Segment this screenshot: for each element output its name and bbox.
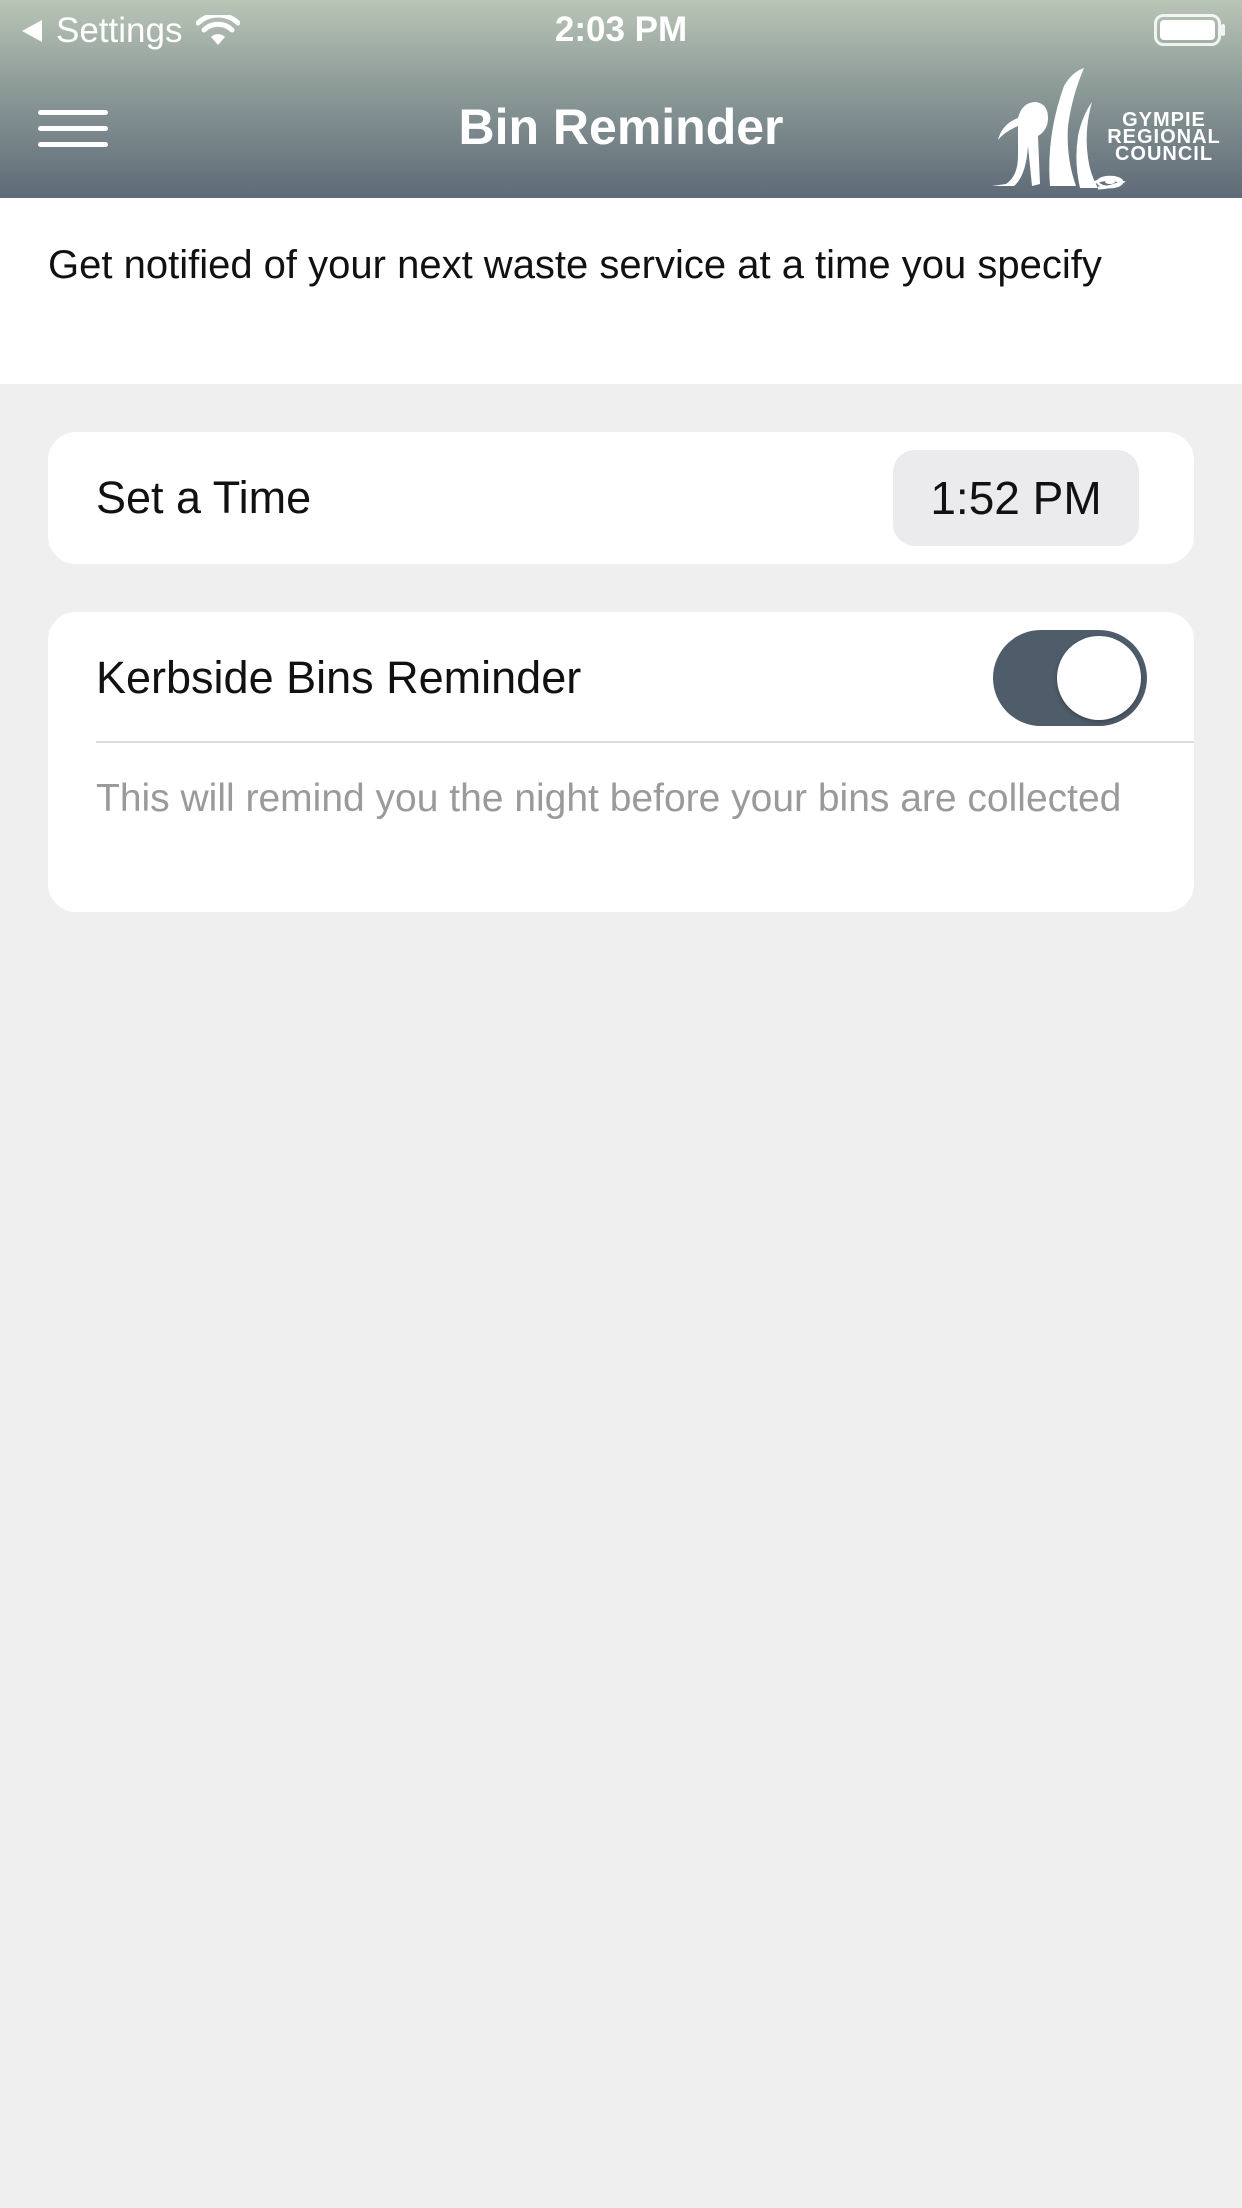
time-picker-button[interactable]: 1:52 PM [893, 450, 1139, 546]
divider [96, 741, 1194, 743]
logo-text: GYMPIE REGIONAL COUNCIL [1094, 110, 1234, 165]
kerbside-reminder-label: Kerbside Bins Reminder [96, 652, 582, 703]
council-logo: GYMPIE REGIONAL COUNCIL [988, 66, 1232, 194]
kerbside-reminder-card: Kerbside Bins Reminder This will remind … [48, 612, 1194, 912]
kerbside-reminder-note: This will remind you the night before yo… [96, 777, 1122, 820]
toggle-knob [1057, 636, 1141, 720]
set-time-card: Set a Time 1:52 PM [48, 432, 1194, 564]
app-header: Settings 2:03 PM Bin Reminder GYMPIE REG… [0, 0, 1242, 198]
logo-line: COUNCIL [1114, 143, 1214, 165]
page-description: Get notified of your next waste service … [0, 198, 1242, 384]
status-bar: Settings 2:03 PM [0, 0, 1242, 60]
kerbside-reminder-toggle[interactable] [993, 630, 1147, 726]
set-time-label: Set a Time [96, 472, 312, 523]
status-time: 2:03 PM [554, 10, 688, 49]
battery-icon [1154, 14, 1225, 46]
